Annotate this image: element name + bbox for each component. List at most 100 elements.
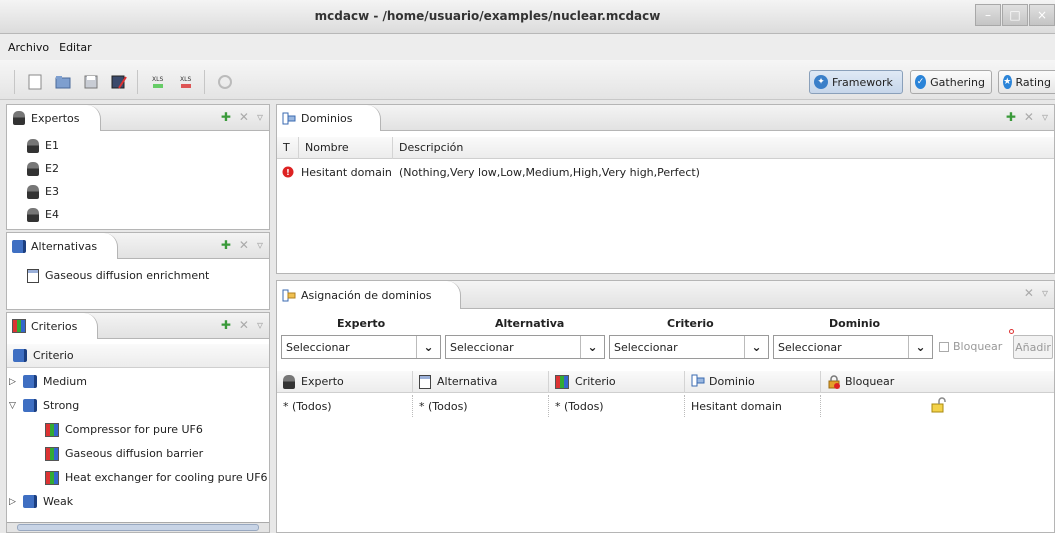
column-header-experto[interactable]: Experto	[277, 370, 413, 393]
perspective-framework-button[interactable]: ✦ Framework	[809, 70, 903, 94]
expand-arrow-icon[interactable]: ▷	[9, 377, 21, 387]
document-icon	[27, 268, 39, 283]
list-item[interactable]: E3	[7, 181, 269, 202]
tree-header[interactable]: Criterio	[7, 344, 269, 368]
svg-text:XLS: XLS	[152, 76, 163, 83]
column-header-type[interactable]: T	[277, 136, 299, 159]
domain-icon	[281, 111, 297, 125]
book-icon	[12, 239, 26, 253]
star-icon: ★	[1003, 75, 1012, 89]
refresh-icon[interactable]	[215, 72, 235, 92]
svg-text:XLS: XLS	[180, 76, 191, 83]
menu-archivo[interactable]: Archivo	[8, 41, 49, 54]
open-folder-icon[interactable]	[53, 72, 73, 92]
delete-icon[interactable]: ✕	[239, 238, 249, 252]
expert-icon	[27, 138, 39, 153]
maximize-button[interactable]: □	[1002, 4, 1028, 26]
asignacion-panel: Asignación de dominios ✕ ▿ Experto Alter…	[276, 280, 1055, 533]
delete-icon[interactable]: ✕	[1024, 110, 1034, 124]
delete-icon[interactable]: ✕	[1024, 286, 1034, 300]
list-item[interactable]: E1	[7, 135, 269, 156]
svg-text:!: !	[286, 168, 290, 177]
save-icon[interactable]	[81, 72, 101, 92]
delete-icon[interactable]: ✕	[239, 318, 249, 332]
add-icon[interactable]: ✚	[221, 238, 231, 252]
export-xls-icon[interactable]: XLS	[176, 72, 196, 92]
tree-item-medium[interactable]: ▷ Medium	[7, 371, 269, 392]
add-icon[interactable]: ✚	[221, 110, 231, 124]
tab-expertos[interactable]: Expertos	[7, 105, 101, 131]
criteria-icon	[12, 319, 26, 333]
tree-item[interactable]: Gaseous diffusion barrier	[7, 443, 269, 464]
table-row[interactable]: * (Todos) * (Todos) * (Todos) Hesitant d…	[277, 395, 1054, 417]
chevron-down-icon[interactable]: ⌄	[416, 336, 440, 358]
chevron-down-icon[interactable]: ⌄	[908, 336, 932, 358]
horizontal-scrollbar[interactable]	[7, 522, 269, 532]
hesitant-domain-icon: !	[277, 166, 299, 178]
new-file-icon[interactable]	[25, 72, 45, 92]
column-header-alternativa[interactable]: Alternativa	[413, 370, 549, 393]
view-menu-icon[interactable]: ▿	[1042, 110, 1048, 124]
required-marker-icon	[1009, 329, 1014, 334]
list-item[interactable]: E2	[7, 158, 269, 179]
lock-icon	[827, 374, 841, 389]
column-header-dominio[interactable]: Dominio	[685, 370, 821, 393]
column-header-descripcion[interactable]: Descripción	[393, 137, 1054, 159]
document-icon	[419, 374, 431, 389]
column-header-nombre[interactable]: Nombre	[299, 136, 393, 159]
column-header-bloquear[interactable]: Bloquear	[821, 371, 1054, 393]
menu-bar: Archivo Editar	[0, 34, 1055, 60]
unlocked-padlock-icon[interactable]	[930, 396, 946, 416]
criteria-icon	[45, 446, 59, 461]
toolbar-separator	[137, 70, 138, 94]
chevron-down-icon[interactable]: ⌄	[580, 336, 604, 358]
filter-label-criterio: Criterio	[667, 317, 714, 330]
tree-item[interactable]: Compressor for pure UF6	[7, 419, 269, 440]
alternativas-panel: Alternativas ✚ ✕ ▿ Gaseous diffusion enr…	[6, 232, 270, 310]
domain-icon	[691, 374, 705, 390]
tab-alternativas[interactable]: Alternativas	[7, 233, 119, 259]
tab-dominios[interactable]: Dominios	[277, 105, 382, 131]
criterio-select[interactable]: Seleccionar ⌄	[609, 335, 769, 359]
tree-item[interactable]: Heat exchanger for cooling pure UF6	[7, 467, 269, 488]
book-icon	[23, 495, 37, 508]
view-menu-icon[interactable]: ▿	[257, 318, 263, 332]
view-menu-icon[interactable]: ▿	[1042, 286, 1048, 300]
tab-criterios[interactable]: Criterios	[7, 313, 99, 339]
view-menu-icon[interactable]: ▿	[257, 238, 263, 252]
scrollbar-thumb[interactable]	[17, 524, 259, 531]
experto-select[interactable]: Seleccionar ⌄	[281, 335, 441, 359]
expand-arrow-icon[interactable]: ▷	[9, 497, 21, 507]
checkbox-box[interactable]	[939, 341, 949, 352]
list-item[interactable]: E4	[7, 204, 269, 225]
table-row[interactable]: ! Hesitant domain (Nothing,Very low,Low,…	[277, 161, 700, 183]
collapse-arrow-icon[interactable]: ▽	[9, 401, 21, 411]
delete-icon[interactable]: ✕	[239, 110, 249, 124]
criteria-icon	[555, 374, 569, 389]
close-button[interactable]: ×	[1029, 4, 1055, 26]
cell-bloquear[interactable]	[821, 395, 1054, 417]
bloquear-checkbox[interactable]: Bloquear	[939, 340, 1002, 353]
import-xls-icon[interactable]: XLS	[148, 72, 168, 92]
menu-editar[interactable]: Editar	[59, 41, 92, 54]
perspective-gathering-button[interactable]: ✓ Gathering	[910, 70, 992, 94]
tree-item-strong[interactable]: ▽ Strong	[7, 395, 269, 416]
anadir-button[interactable]: Añadir	[1013, 335, 1053, 359]
perspective-rating-button[interactable]: ★ Rating	[998, 70, 1055, 94]
column-header-criterio[interactable]: Criterio	[549, 370, 685, 393]
dominio-select[interactable]: Seleccionar ⌄	[773, 335, 933, 359]
list-item[interactable]: Gaseous diffusion enrichment	[7, 265, 269, 286]
add-icon[interactable]: ✚	[1006, 110, 1016, 124]
tree-item-weak[interactable]: ▷ Weak	[7, 491, 269, 512]
add-icon[interactable]: ✚	[221, 318, 231, 332]
tab-asignacion-dominios[interactable]: Asignación de dominios	[277, 281, 461, 309]
save-as-icon[interactable]	[109, 72, 129, 92]
toolbar-separator	[204, 70, 205, 94]
view-menu-icon[interactable]: ▿	[257, 110, 263, 124]
minimize-button[interactable]: –	[975, 4, 1001, 26]
expert-icon	[27, 207, 39, 222]
chevron-down-icon[interactable]: ⌄	[744, 336, 768, 358]
toolbar: XLS XLS ✦ Framework ✓ Gathering ★ Rating	[0, 60, 1055, 100]
cell-criterio: * (Todos)	[549, 395, 685, 417]
alternativa-select[interactable]: Seleccionar ⌄	[445, 335, 605, 359]
